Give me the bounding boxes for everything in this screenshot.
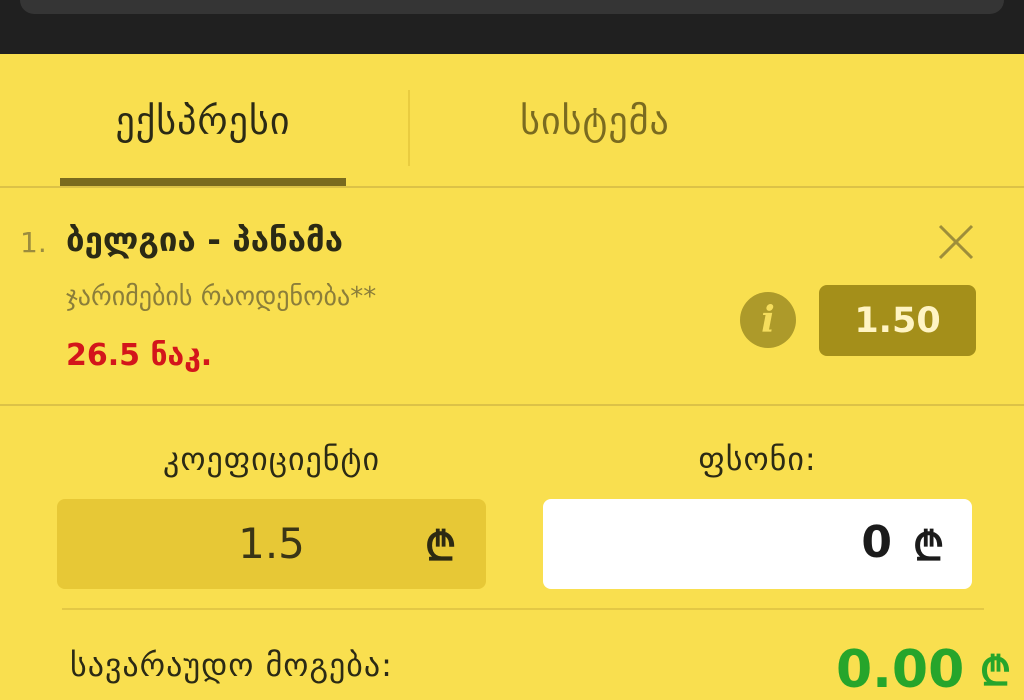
tab-divider [408,90,410,166]
bet-type-tabs: ექსპრესი სისტემა [0,54,1024,188]
top-search-field[interactable] [20,0,1004,14]
tab-express[interactable]: ექსპრესი [60,54,346,188]
close-icon[interactable] [936,222,976,262]
top-bar [0,0,1024,54]
possible-win-label: სავარაუდო მოგება: [70,646,393,684]
coefficient-label: კოეფიციენტი [162,440,380,478]
odd-badge: 1.50 [819,285,976,356]
lari-icon: ₾ [913,524,944,570]
divider [0,186,1024,188]
tab-system[interactable]: სისტემა [412,54,778,188]
info-icon[interactable]: i [740,292,796,348]
stake-label: ფსონი: [698,440,817,478]
market-name: ჯარიმების რაოდენობა** [66,282,377,312]
divider [62,608,984,610]
coefficient-value: 1.5 [238,519,305,568]
coefficient-field: 1.5 ₾ [57,499,486,589]
match-title: ბელგია - პანამა [66,220,344,259]
stake-input[interactable] [692,517,892,567]
lari-icon: ₾ [980,649,1011,695]
lari-icon: ₾ [425,524,456,570]
bet-slip-item: 1. ბელგია - პანამა ჯარიმების რაოდენობა**… [0,190,1024,404]
divider [0,404,1024,406]
bet-index: 1. [20,226,47,259]
possible-win-value: 0.00 [836,640,965,700]
stake-field[interactable]: ₾ [543,499,972,589]
selection-value: 26.5 ნაკ. [66,338,213,373]
